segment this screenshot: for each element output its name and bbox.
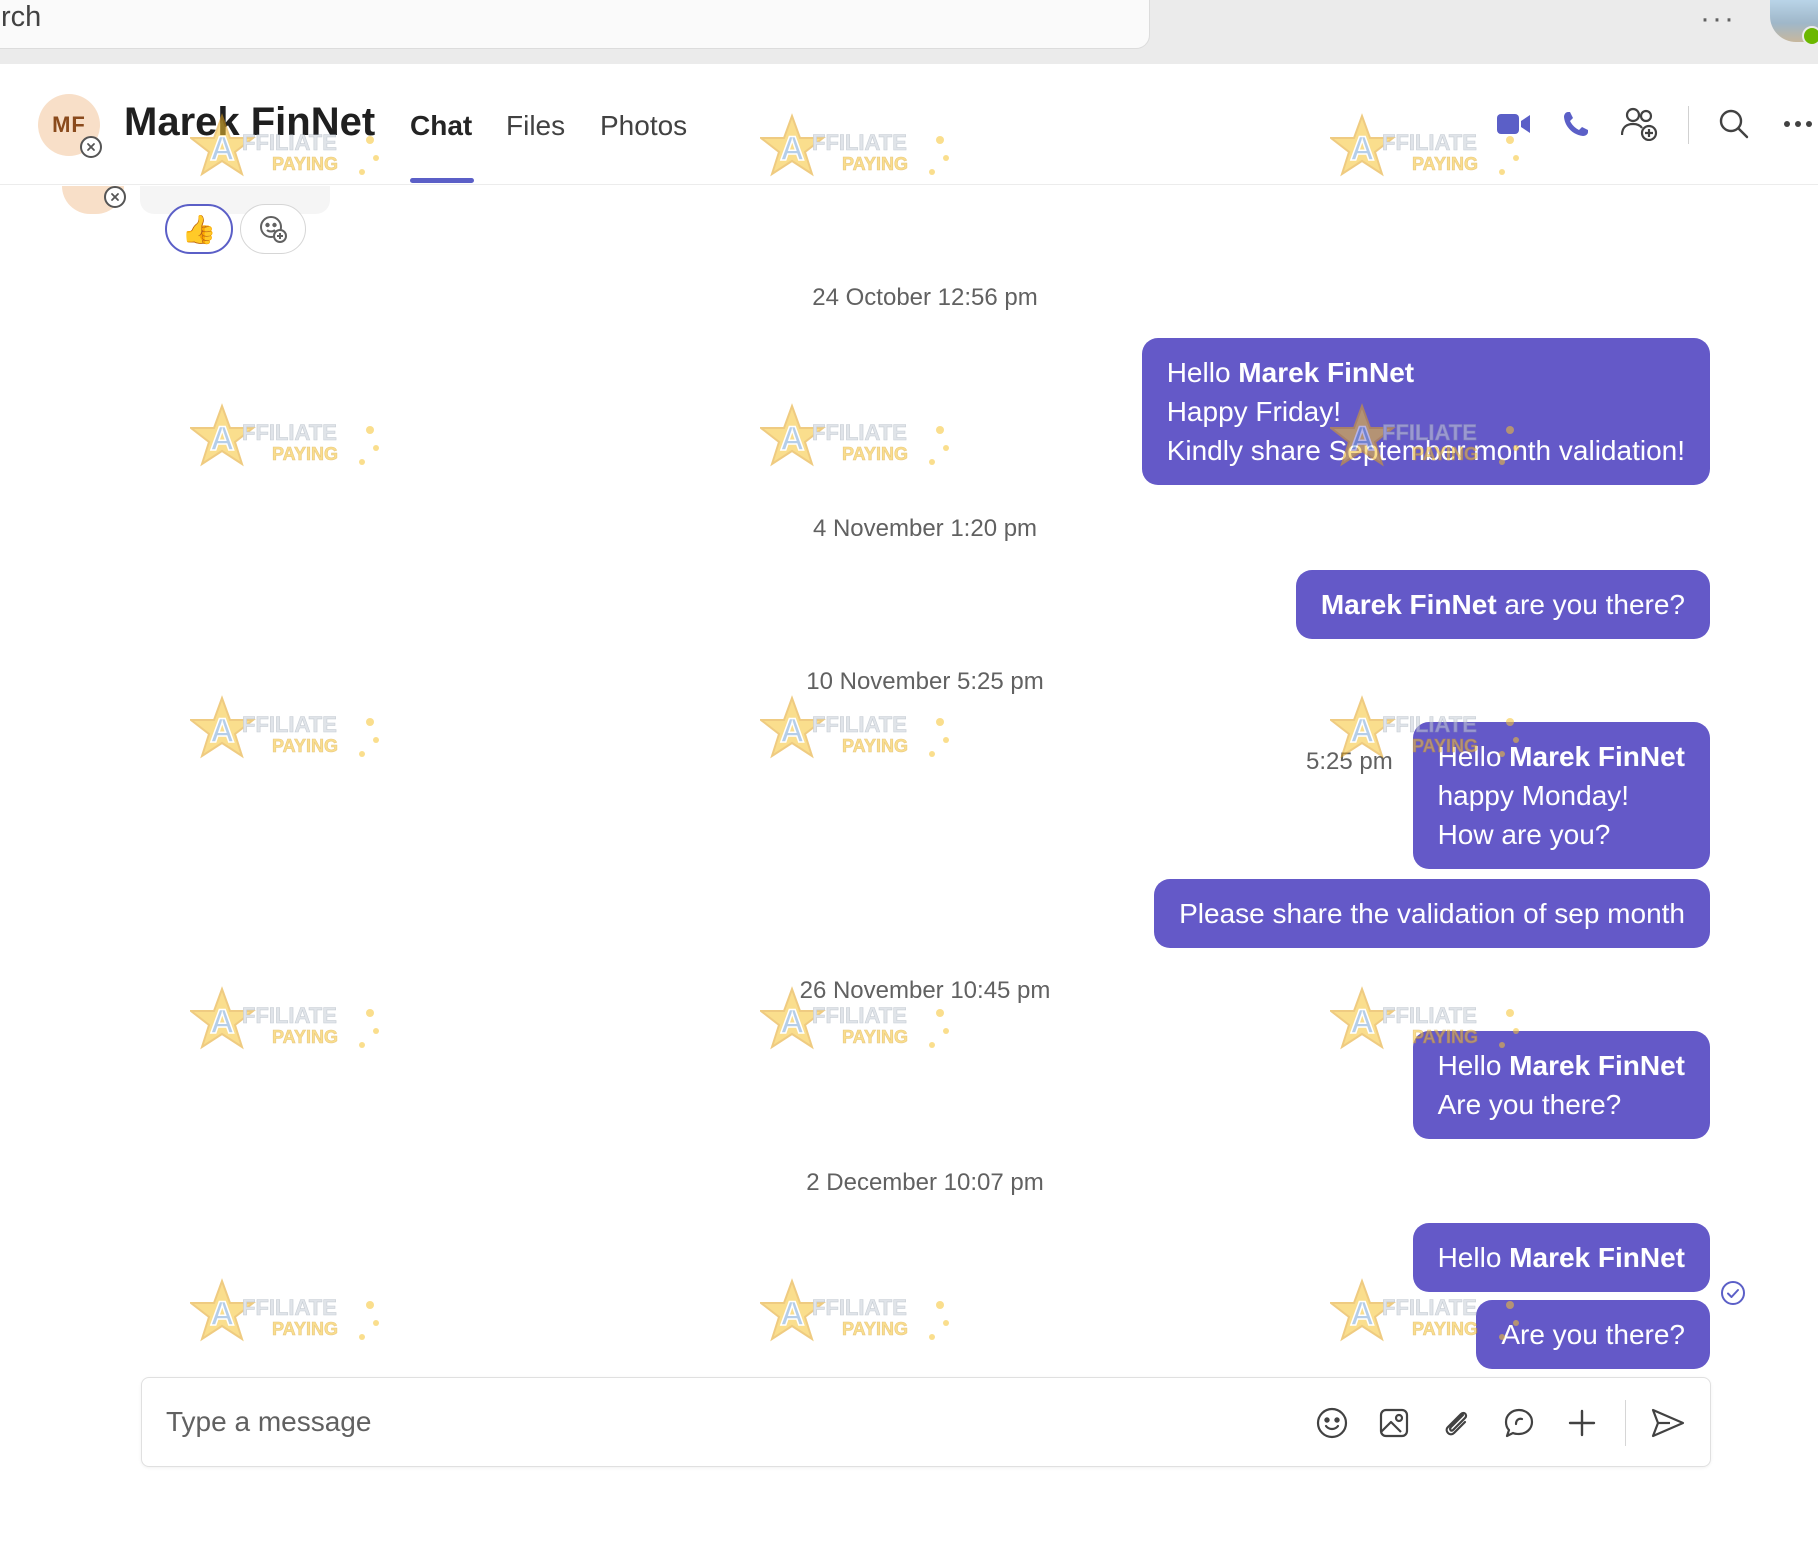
sent-message-bubble[interactable]: Are you there?: [1476, 1300, 1710, 1369]
video-call-icon[interactable]: [1494, 104, 1534, 144]
message-line: Are you there?: [1501, 1319, 1685, 1350]
read-receipt-icon: [1720, 1280, 1746, 1306]
tab-files[interactable]: Files: [506, 110, 565, 142]
message-line: Hello Marek FinNet: [1437, 1050, 1685, 1081]
header-divider: [1688, 106, 1689, 144]
sent-message-bubble[interactable]: Marek FinNet are you there?: [1295, 570, 1710, 639]
plus-icon[interactable]: [1562, 1403, 1602, 1443]
sent-message-bubble[interactable]: Hello Marek FinNet Are you there?: [1412, 1031, 1710, 1139]
loop-icon[interactable]: [1499, 1403, 1539, 1443]
global-search-box[interactable]: rch: [0, 0, 1150, 49]
title-bar: rch ···: [0, 0, 1818, 64]
audio-call-icon[interactable]: [1556, 104, 1596, 144]
chat-title: Marek FinNet: [124, 100, 376, 144]
message-line: Kindly share September month validation!: [1166, 435, 1685, 466]
offline-status-icon: [104, 186, 126, 208]
more-options-icon[interactable]: ···: [1700, 2, 1736, 36]
emoji-icon[interactable]: [1312, 1403, 1352, 1443]
message-line: Marek FinNet are you there?: [1320, 589, 1685, 620]
date-divider: 10 November 5:25 pm: [806, 668, 1044, 695]
sent-message-bubble[interactable]: Please share the validation of sep month: [1154, 879, 1710, 948]
message-line: Hello Marek FinNet: [1437, 1242, 1685, 1273]
available-status-icon: [1802, 26, 1818, 46]
date-divider: 4 November 1:20 pm: [812, 515, 1038, 542]
composer-divider: [1625, 1400, 1626, 1446]
tab-chat[interactable]: Chat: [410, 110, 472, 142]
tab-photos[interactable]: Photos: [600, 110, 687, 142]
message-line: Are you there?: [1437, 1089, 1622, 1120]
message-input[interactable]: [166, 1400, 1266, 1444]
date-divider: 2 December 10:07 pm: [806, 1169, 1044, 1196]
chat-header: MF Marek FinNet Chat Files Photos: [0, 64, 1818, 185]
send-icon[interactable]: [1648, 1403, 1688, 1443]
attach-icon[interactable]: [1437, 1403, 1477, 1443]
active-tab-indicator: [410, 178, 474, 183]
message-line: Hello Marek FinNet: [1166, 357, 1415, 388]
message-timestamp: 5:25 pm: [1306, 748, 1393, 775]
message-line: Happy Friday!: [1166, 396, 1341, 427]
sent-message-bubble[interactable]: Hello Marek FinNet: [1412, 1223, 1710, 1292]
message-line: How are you?: [1437, 819, 1611, 850]
date-divider: 24 October 12:56 pm: [812, 284, 1038, 311]
add-reaction-button[interactable]: [240, 204, 306, 254]
message-composer: [141, 1377, 1711, 1467]
reaction-emoji: 👍: [181, 213, 217, 245]
message-line: Hello Marek FinNet: [1437, 741, 1685, 772]
offline-status-icon: [80, 136, 102, 158]
sent-message-bubble[interactable]: Hello Marek FinNet Happy Friday! Kindly …: [1141, 338, 1710, 485]
search-text: rch: [1, 1, 42, 33]
avatar-initials: MF: [52, 112, 86, 137]
image-icon[interactable]: [1374, 1403, 1414, 1443]
search-icon[interactable]: [1714, 104, 1754, 144]
thumbs-up-reaction[interactable]: 👍: [165, 204, 233, 254]
more-options-icon[interactable]: [1778, 104, 1818, 144]
date-divider: 26 November 10:45 pm: [799, 977, 1051, 1004]
previous-message-bubble: [140, 186, 330, 214]
sent-message-bubble[interactable]: Hello Marek FinNet happy Monday! How are…: [1412, 722, 1710, 869]
message-line: Please share the validation of sep month: [1179, 898, 1685, 929]
add-people-icon[interactable]: [1620, 104, 1660, 144]
message-line: happy Monday!: [1437, 780, 1630, 811]
